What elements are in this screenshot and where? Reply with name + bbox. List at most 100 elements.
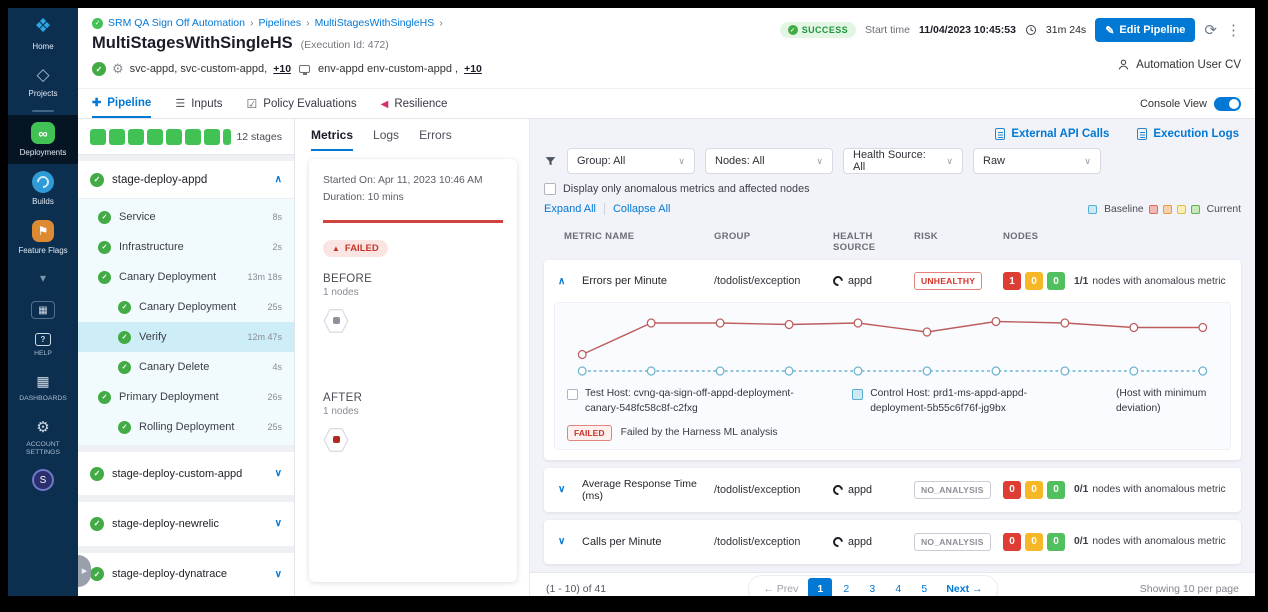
sidebar-item-account-settings[interactable]: ACCOUNT SETTINGS <box>8 411 78 466</box>
after-node-hexagon[interactable] <box>323 427 349 453</box>
tab-metrics[interactable]: Metrics <box>311 128 353 151</box>
anomalous-only-checkbox[interactable]: Display only anomalous metrics and affec… <box>544 183 1241 195</box>
stage-deploy-dynatrace[interactable]: stage-deploy-dynatrace ∨ <box>78 553 294 596</box>
pencil-icon <box>1105 24 1114 37</box>
sidebar-item-label: Deployments <box>20 148 67 157</box>
page-button-2[interactable]: 2 <box>834 578 858 596</box>
health-source-cell: appd <box>833 275 914 287</box>
pipeline-tabbar: Pipeline Inputs Policy Evaluations Resil… <box>78 88 1255 119</box>
tab-errors[interactable]: Errors <box>419 128 452 151</box>
execution-id: (Execution Id: 472) <box>301 39 389 51</box>
sidebar-item-label: ACCOUNT SETTINGS <box>14 441 72 459</box>
success-check-icon <box>92 62 106 76</box>
node-dot-anomalous <box>333 436 340 443</box>
metric-chart[interactable] <box>567 311 1218 383</box>
chevron-down-icon[interactable]: ∨ <box>275 518 282 529</box>
health-source-cell: appd <box>833 484 914 496</box>
refresh-icon[interactable]: ⟳ <box>1204 21 1217 39</box>
chevron-up-icon[interactable]: ∧ <box>275 174 282 185</box>
chevron-down-icon[interactable]: ∨ <box>275 569 282 580</box>
external-api-calls-link[interactable]: External API Calls <box>995 128 1109 140</box>
step-infrastructure[interactable]: Infrastructure2s <box>78 232 294 262</box>
edit-pipeline-button[interactable]: Edit Pipeline <box>1095 18 1195 42</box>
risk-badge: NO_ANALYSIS <box>914 481 991 499</box>
environments-more-link[interactable]: +10 <box>464 63 482 75</box>
step-verify[interactable]: Verify12m 47s <box>78 322 294 352</box>
nodes-filter-dropdown[interactable]: Nodes: All∨ <box>705 148 833 174</box>
tab-inputs[interactable]: Inputs <box>175 89 222 118</box>
test-host-legend[interactable]: Test Host: cvng-qa-sign-off-appd-deploym… <box>567 387 818 417</box>
stage-deploy-custom-appd[interactable]: stage-deploy-custom-appd ∨ <box>78 452 294 495</box>
services-gear-icon <box>112 61 124 77</box>
baseline-swatch <box>1088 205 1097 214</box>
services-list: svc-appd, svc-custom-appd, <box>130 63 268 75</box>
user-avatar[interactable]: S <box>32 469 54 491</box>
sidebar-item-help[interactable]: HELP <box>8 326 78 366</box>
sidebar-module-picker[interactable] <box>8 294 78 326</box>
sidebar-item-projects[interactable]: Projects <box>8 58 78 105</box>
stage-deploy-newrelic[interactable]: stage-deploy-newrelic ∨ <box>78 502 294 545</box>
sidebar-item-home[interactable]: Home <box>8 8 78 58</box>
table-row-errors-per-minute: ∧ Errors per Minute /todolist/exception … <box>544 260 1241 460</box>
console-view-label: Console View <box>1140 98 1207 110</box>
builds-icon <box>32 171 54 193</box>
collapse-all-link[interactable]: Collapse All <box>613 203 670 215</box>
chevron-up-icon[interactable]: ∧ <box>558 276 582 287</box>
verify-step-panel: Metrics Logs Errors Started On: Apr 11, … <box>295 119 530 596</box>
page-button-5[interactable]: 5 <box>912 578 936 596</box>
more-menu-icon[interactable]: ⋮ <box>1226 21 1241 39</box>
before-node-hexagon[interactable] <box>323 308 349 334</box>
verification-progress-bar <box>323 220 503 223</box>
breadcrumb-separator: › <box>250 17 254 29</box>
current-green-swatch <box>1191 205 1200 214</box>
breadcrumb-pipeline[interactable]: MultiStagesWithSingleHS <box>315 17 435 29</box>
stage-deploy-appd[interactable]: stage-deploy-appd ∧ <box>78 161 294 199</box>
prev-page-button[interactable]: ← Prev <box>755 583 806 595</box>
step-service[interactable]: Service8s <box>78 202 294 232</box>
step-canary-delete[interactable]: Canary Delete4s <box>78 352 294 382</box>
sidebar-item-builds[interactable]: Builds <box>8 164 78 213</box>
tab-pipeline[interactable]: Pipeline <box>92 89 151 118</box>
raw-filter-dropdown[interactable]: Raw∨ <box>973 148 1101 174</box>
pager: ← Prev 1 2 3 4 5 Next → <box>748 575 997 596</box>
logs-doc-icon <box>1137 128 1147 140</box>
page-button-3[interactable]: 3 <box>860 578 884 596</box>
node-dot <box>333 317 340 324</box>
health-source-filter-dropdown[interactable]: Health Source: All∨ <box>843 148 963 174</box>
policy-shield-icon <box>247 97 258 111</box>
tab-policy-evaluations[interactable]: Policy Evaluations <box>247 89 357 118</box>
metrics-table-header: METRIC NAME GROUP HEALTH SOURCE RISK NOD… <box>544 222 1241 260</box>
page-button-1[interactable]: 1 <box>808 578 832 596</box>
sidebar-item-deployments[interactable]: Deployments <box>8 115 78 164</box>
step-success-icon <box>98 271 111 284</box>
sidebar-item-feature-flags[interactable]: Feature Flags <box>8 213 78 262</box>
services-more-link[interactable]: +10 <box>273 63 291 75</box>
current-red-swatch <box>1149 205 1158 214</box>
next-page-button[interactable]: Next → <box>938 583 990 595</box>
sidebar-modules-expander[interactable] <box>8 262 78 294</box>
step-canary-deployment[interactable]: Canary Deployment25s <box>78 292 294 322</box>
control-host-legend[interactable]: Control Host: prd1-ms-appd-appd-deployme… <box>852 387 1082 417</box>
expand-all-link[interactable]: Expand All <box>544 203 596 215</box>
stages-progress: 12 stages <box>78 119 294 155</box>
chevron-down-icon[interactable]: ∨ <box>558 536 582 547</box>
step-rolling-deployment[interactable]: Rolling Deployment25s <box>78 412 294 442</box>
chevron-down-icon[interactable]: ∨ <box>558 484 582 495</box>
tab-resilience[interactable]: Resilience <box>381 89 448 118</box>
step-success-icon <box>118 301 131 314</box>
breadcrumb-pipelines[interactable]: Pipelines <box>258 17 301 29</box>
page-button-4[interactable]: 4 <box>886 578 910 596</box>
help-icon <box>35 333 51 346</box>
healthy-node-count: 0 <box>1047 481 1065 499</box>
step-canary-deployment-group[interactable]: Canary Deployment13m 18s <box>78 262 294 292</box>
sidebar-item-dashboards[interactable]: DASHBOARDS <box>8 366 78 411</box>
breadcrumb-project[interactable]: SRM QA Sign Off Automation <box>108 17 245 29</box>
execution-logs-link[interactable]: Execution Logs <box>1137 128 1239 140</box>
status-badge: SUCCESS <box>780 22 856 38</box>
group-filter-dropdown[interactable]: Group: All∨ <box>567 148 695 174</box>
console-view-toggle[interactable] <box>1214 97 1241 111</box>
anomalous-node-count: 0 <box>1003 533 1021 551</box>
step-primary-deployment[interactable]: Primary Deployment26s <box>78 382 294 412</box>
tab-logs[interactable]: Logs <box>373 128 399 151</box>
chevron-down-icon[interactable]: ∨ <box>275 468 282 479</box>
